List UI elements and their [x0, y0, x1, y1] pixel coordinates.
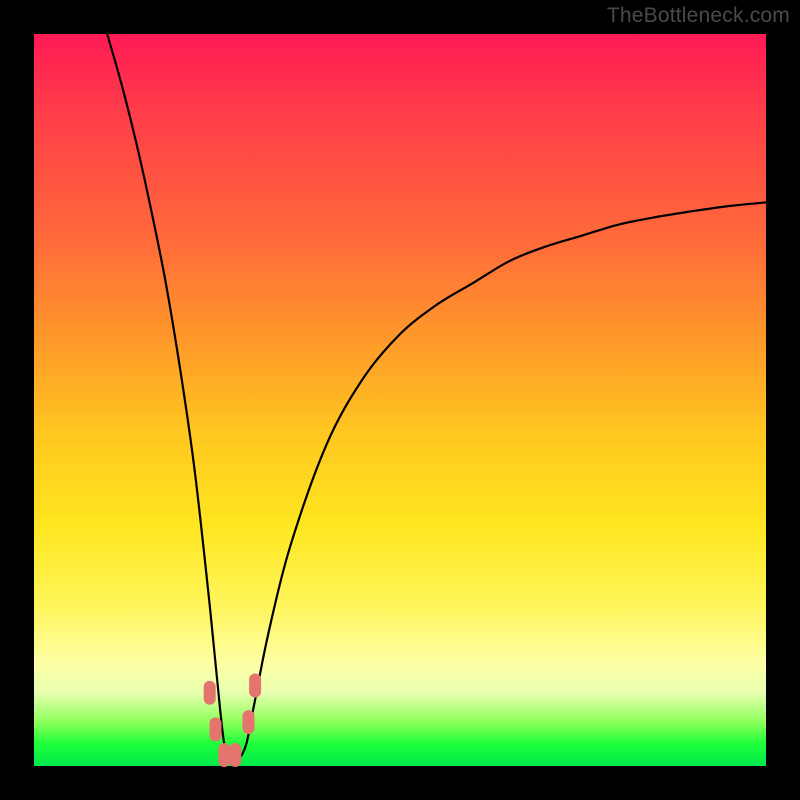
plot-area	[34, 34, 766, 766]
optimal-marker	[243, 710, 255, 734]
chart-frame: TheBottleneck.com	[0, 0, 800, 800]
optimal-markers	[204, 674, 261, 768]
bottleneck-curve	[107, 34, 766, 761]
optimal-marker	[204, 681, 216, 705]
optimal-marker	[229, 743, 241, 767]
watermark-text: TheBottleneck.com	[607, 4, 790, 28]
optimal-marker	[218, 743, 230, 767]
curve-svg	[34, 34, 766, 766]
optimal-marker	[210, 717, 222, 741]
optimal-marker	[249, 674, 261, 698]
